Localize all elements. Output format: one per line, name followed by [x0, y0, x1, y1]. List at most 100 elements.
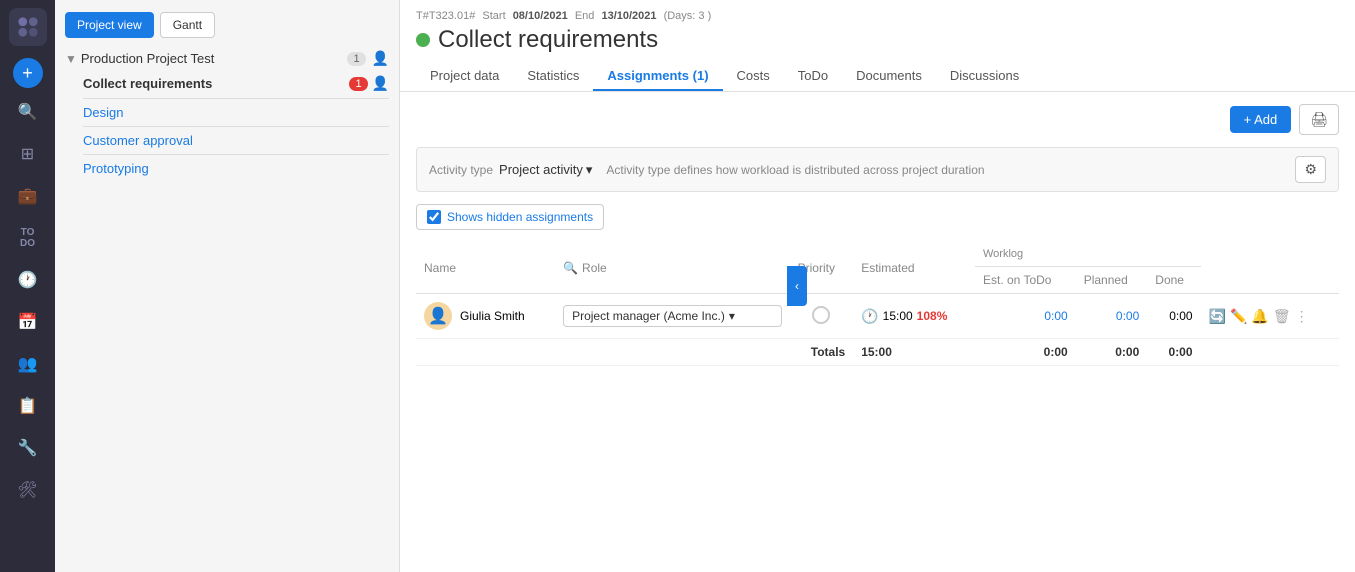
- hidden-assignments-label: Shows hidden assignments: [447, 210, 593, 224]
- sidebar-task-label: Design: [83, 105, 389, 120]
- todo-nav-icon[interactable]: TODO: [10, 220, 46, 256]
- briefcase-nav-icon[interactable]: 💼: [10, 178, 46, 214]
- table-row: 👤 Giulia Smith Project manager (Acme Inc…: [416, 294, 1339, 339]
- task-end-date: 13/10/2021: [601, 10, 656, 22]
- estimated-value: 15:00: [883, 309, 913, 323]
- td-totals-actions: [1201, 339, 1339, 366]
- task-badge-red: 1: [349, 77, 367, 91]
- task-start-date: 08/10/2021: [513, 10, 568, 22]
- task-header: T#T323.01# Start 08/10/2021 End 13/10/20…: [400, 0, 1355, 92]
- sidebar-task-label: Prototyping: [83, 161, 389, 176]
- role-select[interactable]: Project manager (Acme Inc.) ▾: [563, 305, 782, 327]
- td-role: Project manager (Acme Inc.) ▾: [555, 294, 790, 339]
- tab-costs[interactable]: Costs: [723, 62, 784, 91]
- td-totals-est-on-todo: 0:00: [975, 339, 1076, 366]
- td-est-on-todo[interactable]: 0:00: [975, 294, 1076, 339]
- action-bar: + Add 🖨: [416, 104, 1339, 135]
- project-group-header[interactable]: ▼ Production Project Test 1 👤: [55, 46, 399, 71]
- role-value: Project manager (Acme Inc.): [572, 309, 725, 323]
- tab-assignments[interactable]: Assignments (1): [593, 62, 722, 91]
- tab-statistics[interactable]: Statistics: [513, 62, 593, 91]
- project-badge: 1: [347, 52, 365, 66]
- totals-row: Totals 15:00 0:00 0:00 0:00: [416, 339, 1339, 366]
- main-content: T#T323.01# Start 08/10/2021 End 13/10/20…: [400, 0, 1355, 572]
- task-title-row: Collect requirements: [416, 26, 1339, 54]
- project-view-button[interactable]: Project view: [65, 12, 154, 38]
- th-planned: Planned: [1076, 267, 1148, 294]
- dashboard-nav-icon[interactable]: ⊞: [10, 136, 46, 172]
- task-start-label: Start: [482, 10, 505, 22]
- role-search-icon[interactable]: 🔍: [563, 261, 578, 275]
- edit-icon[interactable]: ✏️: [1230, 308, 1247, 325]
- sidebar-item-customer-approval[interactable]: Customer approval: [55, 129, 399, 152]
- nav-bar: + 🔍 ⊞ 💼 TODO 🕐 📅 👥 📋 🔧 🛠: [0, 0, 55, 572]
- task-end-label: End: [575, 10, 595, 22]
- assignments-table: Name 🔍 Role Priority Estimated Worklog E…: [416, 242, 1339, 366]
- add-button[interactable]: + Add: [1230, 106, 1292, 133]
- activity-type-description: Activity type defines how workload is di…: [606, 163, 984, 177]
- sidebar-item-collect-requirements[interactable]: Collect requirements 1 👤: [55, 71, 399, 96]
- th-name: Name: [416, 242, 555, 294]
- th-role: 🔍 Role: [555, 242, 790, 294]
- project-user-icon: 👤: [372, 50, 389, 67]
- user-name: Giulia Smith: [460, 309, 525, 323]
- bell-icon[interactable]: 🔔: [1251, 308, 1268, 325]
- global-add-button[interactable]: +: [13, 58, 43, 88]
- clipboard-nav-icon[interactable]: 📋: [10, 388, 46, 424]
- td-user: 👤 Giulia Smith: [416, 294, 555, 339]
- tab-project-data[interactable]: Project data: [416, 62, 513, 91]
- delete-icon[interactable]: 🗑: [1273, 308, 1291, 325]
- clock-nav-icon[interactable]: 🕐: [10, 262, 46, 298]
- more-icon[interactable]: ⋮: [1295, 308, 1309, 325]
- people-nav-icon[interactable]: 👥: [10, 346, 46, 382]
- td-totals-estimated: 15:00: [853, 339, 975, 366]
- task-title-dot: [416, 33, 430, 47]
- priority-circle: [812, 306, 830, 324]
- refresh-icon[interactable]: 🔄: [1209, 308, 1226, 325]
- print-button[interactable]: 🖨: [1299, 104, 1339, 135]
- hidden-assignments-checkbox[interactable]: [427, 210, 441, 224]
- sidebar-item-prototyping[interactable]: Prototyping: [55, 157, 399, 180]
- td-totals-planned: 0:00: [1076, 339, 1148, 366]
- sidebar-item-design[interactable]: Design: [55, 101, 399, 124]
- activity-type-value-text: Project activity: [499, 162, 583, 177]
- activity-type-left: Activity type Project activity ▾ Activit…: [429, 162, 985, 178]
- gantt-button[interactable]: Gantt: [160, 12, 215, 38]
- th-worklog: Worklog: [975, 242, 1201, 267]
- td-row-actions: 🔄 ✏️ 🔔 🗑 ⋮: [1201, 294, 1339, 339]
- td-planned[interactable]: 0:00: [1076, 294, 1148, 339]
- project-group-name: Production Project Test: [81, 51, 348, 66]
- percent-value: 108%: [917, 309, 948, 323]
- th-actions: [1201, 242, 1339, 294]
- sidebar-collapse-button[interactable]: ‹: [787, 266, 807, 306]
- th-est-on-todo: Est. on ToDo: [975, 267, 1076, 294]
- hidden-assignments-row: Shows hidden assignments: [416, 204, 1339, 230]
- activity-type-chevron-icon: ▾: [586, 162, 593, 178]
- activity-type-label: Activity type: [429, 163, 493, 177]
- task-meta: T#T323.01# Start 08/10/2021 End 13/10/20…: [416, 10, 1339, 22]
- td-totals-label: Totals: [416, 339, 853, 366]
- activity-type-select[interactable]: Project activity ▾: [499, 162, 592, 178]
- td-done: 0:00: [1147, 294, 1200, 339]
- th-estimated: Estimated: [853, 242, 975, 294]
- tab-discussions[interactable]: Discussions: [936, 62, 1033, 91]
- task-id: T#T323.01#: [416, 10, 475, 22]
- sidebar-top-buttons: Project view Gantt: [55, 8, 399, 46]
- sidebar-divider-2: [83, 126, 389, 127]
- sidebar-divider-3: [83, 154, 389, 155]
- hidden-assignments-checkbox-container[interactable]: Shows hidden assignments: [416, 204, 604, 230]
- clock-icon: 🕐: [861, 308, 878, 325]
- tab-todo[interactable]: ToDo: [784, 62, 842, 91]
- task-days: (Days: 3 ): [664, 10, 712, 22]
- tab-documents[interactable]: Documents: [842, 62, 936, 91]
- sidebar-task-label: Customer approval: [83, 133, 389, 148]
- search-nav-icon[interactable]: 🔍: [10, 94, 46, 130]
- role-chevron-icon: ▾: [729, 309, 735, 323]
- calendar-nav-icon[interactable]: 📅: [10, 304, 46, 340]
- tools-nav-icon[interactable]: 🛠: [10, 472, 46, 508]
- activity-type-bar: Activity type Project activity ▾ Activit…: [416, 147, 1339, 192]
- settings-button[interactable]: ⚙: [1295, 156, 1326, 183]
- task-user-icon-red: 👤: [372, 75, 389, 92]
- wrench-nav-icon[interactable]: 🔧: [10, 430, 46, 466]
- sidebar-task-label: Collect requirements: [83, 76, 349, 91]
